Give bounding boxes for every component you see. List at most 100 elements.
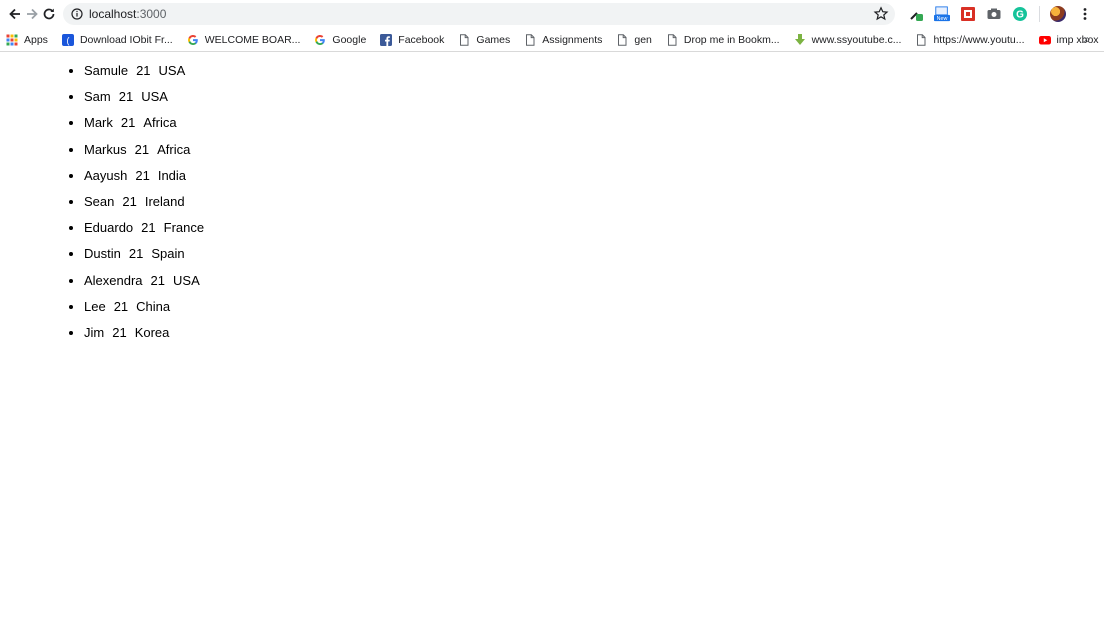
- person-name: Markus: [84, 141, 127, 157]
- person-country: China: [136, 298, 171, 314]
- person-country: USA: [173, 272, 200, 288]
- bookmark-label: Games: [476, 33, 511, 46]
- bookmark-label: Drop me in Bookm...: [683, 33, 780, 46]
- svg-text:(: (: [66, 35, 69, 45]
- person-age: 21: [120, 115, 136, 131]
- url-host: localhost: [89, 7, 137, 21]
- person-age: 21: [113, 298, 129, 314]
- bookmark-label: WELCOME BOAR...: [204, 33, 301, 46]
- person-country: USA: [141, 89, 168, 105]
- person-name: Sam: [84, 89, 111, 105]
- browser-menu-button[interactable]: [1077, 6, 1093, 22]
- list-item: Mark 21 Africa: [84, 110, 1104, 136]
- extension-new[interactable]: New: [934, 6, 950, 22]
- red-square-extension-icon: [961, 7, 975, 21]
- bookmark-item[interactable]: Drop me in Bookm...: [666, 34, 780, 46]
- bookmark-item[interactable]: Facebook: [380, 33, 445, 46]
- person-name: Samule: [84, 63, 129, 78]
- person-age: 21: [134, 141, 150, 157]
- forward-arrow-icon: [26, 8, 38, 20]
- extension-camera[interactable]: [986, 6, 1002, 22]
- back-arrow-icon: [8, 8, 20, 20]
- url-port: :3000: [136, 7, 167, 21]
- bookmark-label: Google: [332, 33, 367, 46]
- youtube-icon: [1038, 34, 1051, 46]
- iobit-icon: (: [61, 33, 74, 46]
- bookmark-item[interactable]: Google: [314, 34, 366, 46]
- list-item: Alexendra 21 USA: [84, 268, 1104, 294]
- new-badge-text: New: [937, 16, 948, 22]
- person-country: Africa: [143, 115, 177, 131]
- person-age: 21: [112, 324, 127, 340]
- person-country: India: [157, 167, 187, 183]
- info-icon[interactable]: [71, 8, 83, 20]
- person-age: 21: [128, 246, 144, 262]
- person-country: Africa: [157, 141, 191, 157]
- person-age: 21: [141, 220, 156, 236]
- list-item: Eduardo 21 France: [84, 215, 1104, 241]
- new-badge-extension-icon: New: [934, 6, 950, 22]
- profile-avatar[interactable]: [1050, 6, 1066, 22]
- bookmarks-overflow-button[interactable]: »: [1083, 32, 1090, 46]
- bookmark-item[interactable]: Apps: [6, 34, 48, 46]
- google-icon: [314, 34, 326, 46]
- extension-eyedropper[interactable]: [908, 6, 924, 22]
- person-name: Jim: [84, 324, 105, 340]
- list-item: Aayush 21 India: [84, 163, 1104, 189]
- bookmark-label: https://www.youtu...: [933, 33, 1025, 46]
- bookmark-label: gen: [634, 33, 652, 46]
- bookmark-item[interactable]: Games: [458, 34, 510, 46]
- address-bar[interactable]: localhost:3000: [63, 3, 895, 25]
- page-content: Samule21USASam21USAMark21AfricaMarkus21A…: [0, 52, 1104, 346]
- camera-icon: [987, 8, 1001, 19]
- extension-grammarly[interactable]: G: [1012, 6, 1028, 22]
- apps-grid-icon: [6, 34, 18, 46]
- person-country: France: [163, 220, 205, 236]
- browser-toolbar: localhost:3000 New G: [0, 0, 1104, 28]
- person-country: Spain: [151, 246, 185, 262]
- person-name: Aayush: [84, 167, 128, 183]
- facebook-icon: [380, 33, 393, 46]
- list-item: Samule 21 USA: [84, 58, 1104, 84]
- list-item: Sam 21 USA: [84, 84, 1104, 110]
- forward-button[interactable]: [23, 2, 40, 26]
- bookmark-item[interactable]: ( Download IObit Fr...: [61, 33, 173, 46]
- person-country: Korea: [134, 324, 170, 340]
- extension-red[interactable]: [960, 6, 976, 22]
- person-age: 21: [135, 167, 150, 183]
- person-name: Mark: [84, 115, 113, 131]
- more-vert-icon: [1083, 8, 1087, 20]
- bookmark-item[interactable]: WELCOME BOAR...: [187, 33, 301, 46]
- bookmark-item[interactable]: Assignments: [524, 34, 602, 46]
- person-age: 21: [150, 272, 166, 288]
- person-name: Dustin: [84, 246, 121, 262]
- bookmark-label: www.ssyoutube.c...: [811, 33, 902, 46]
- toolbar-separator: [1039, 6, 1040, 22]
- back-button[interactable]: [6, 2, 23, 26]
- url-text[interactable]: localhost:3000: [89, 7, 166, 21]
- person-age: 21: [136, 63, 151, 78]
- list-item: Dustin 21 Spain: [84, 241, 1104, 267]
- bookmark-label: Assignments: [542, 33, 603, 46]
- person-age: 21: [122, 193, 137, 209]
- page-icon: [616, 33, 628, 46]
- eyedropper-icon: [910, 12, 923, 21]
- page-icon: [915, 33, 927, 46]
- bookmark-label: Download IObit Fr...: [79, 33, 173, 46]
- svg-text:G: G: [1016, 10, 1024, 21]
- bookmark-star-icon[interactable]: [873, 6, 889, 22]
- person-country: Ireland: [144, 193, 185, 209]
- download-arrow-icon: [794, 33, 806, 46]
- reload-button[interactable]: [40, 2, 57, 26]
- grammarly-icon: G: [1013, 7, 1027, 21]
- bookmark-label: imp xbox: [1056, 33, 1099, 46]
- reload-icon: [43, 8, 54, 20]
- person-name: Sean: [84, 193, 115, 209]
- bookmark-item[interactable]: www.ssyoutube.c...: [794, 33, 902, 46]
- bookmark-item[interactable]: https://www.youtu...: [915, 33, 1025, 46]
- person-name: Eduardo: [84, 220, 134, 236]
- bookmark-item[interactable]: gen: [616, 34, 652, 46]
- bookmark-label: Apps: [24, 33, 48, 46]
- bookmark-label: Facebook: [398, 33, 445, 46]
- person-name: Lee: [84, 298, 106, 314]
